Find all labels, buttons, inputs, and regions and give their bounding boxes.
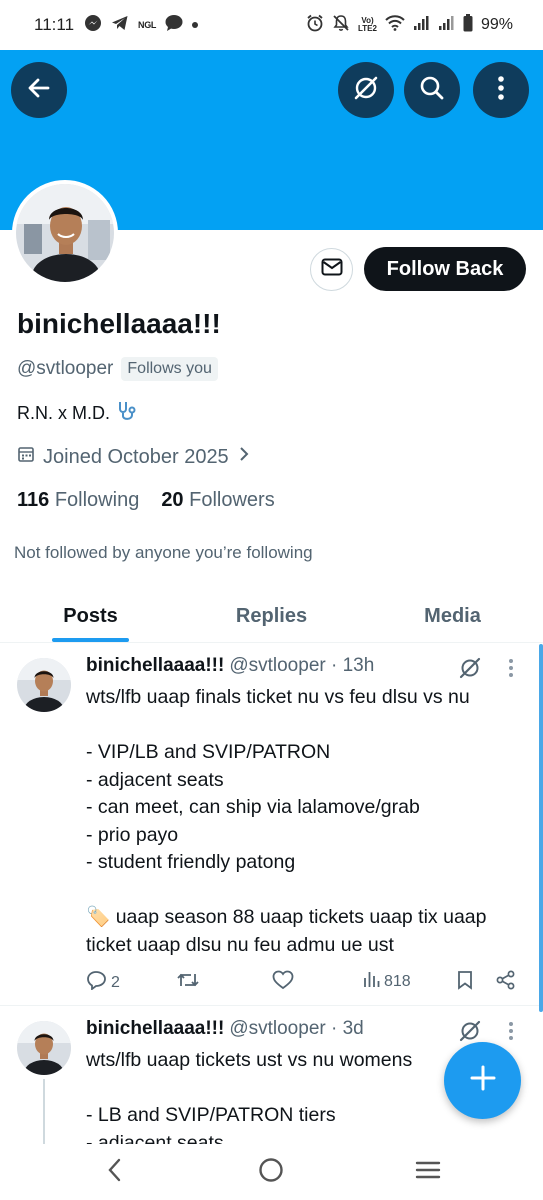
post-more-icon[interactable]: [508, 658, 514, 683]
follows-you-badge: Follows you: [121, 357, 218, 381]
status-bar: 11:11 NGL Vo) LTE2 99%: [0, 0, 543, 50]
heart-icon: [272, 970, 294, 995]
signal-icon: [413, 15, 430, 36]
wifi-icon: [385, 14, 405, 36]
calendar-icon: [17, 445, 35, 469]
tab-replies[interactable]: Replies: [181, 590, 362, 642]
share-button[interactable]: [496, 970, 516, 995]
active-tab-indicator: [52, 638, 129, 642]
back-button[interactable]: [11, 62, 67, 118]
back-arrow-icon: [26, 75, 52, 106]
profile-avatar[interactable]: [12, 180, 118, 286]
ngl-icon: NGL: [138, 20, 157, 30]
follow-back-button[interactable]: Follow Back: [364, 247, 526, 291]
compose-post-button[interactable]: [444, 1042, 521, 1119]
plus-icon: [469, 1064, 497, 1097]
post-actions: 2 818: [86, 970, 526, 996]
post-more-icon[interactable]: [508, 1021, 514, 1046]
volte-icon: Vo) LTE2: [358, 16, 377, 33]
follow-stats: 116 Following 20 Followers: [17, 489, 275, 512]
following-stat[interactable]: 116 Following: [17, 489, 139, 512]
signal-2-icon: [438, 15, 455, 36]
grok-button[interactable]: [338, 62, 394, 118]
more-vertical-icon: [497, 75, 505, 106]
profile-bio: R.N. x M.D.: [17, 400, 138, 427]
tab-posts[interactable]: Posts: [0, 590, 181, 642]
followers-stat[interactable]: 20 Followers: [161, 489, 274, 512]
notification-icons: NGL: [84, 14, 199, 37]
post-header: binichellaaaa!!! @svtlooper · 3d: [86, 1018, 364, 1040]
system-icons: Vo) LTE2 99%: [306, 13, 513, 37]
grok-icon[interactable]: [458, 656, 482, 685]
display-name: binichellaaaa!!!: [17, 308, 221, 339]
nav-home-button[interactable]: [253, 1156, 289, 1188]
thread-line: [43, 1079, 45, 1147]
post-text: wts/lfb uaap finals ticket nu vs feu dls…: [86, 686, 487, 956]
post-meta: @svtlooper · 3d: [229, 1018, 364, 1039]
grok-icon: [352, 74, 380, 107]
handle-row: @svtlooper Follows you: [17, 357, 218, 381]
user-handle: @svtlooper: [17, 358, 114, 379]
post-avatar[interactable]: [17, 658, 71, 712]
views-button[interactable]: 818: [363, 970, 411, 993]
dot-icon: [192, 22, 199, 28]
post-author-name[interactable]: binichellaaaa!!!: [86, 655, 224, 677]
chevron-left-icon: [107, 1158, 123, 1187]
post-author-name[interactable]: binichellaaaa!!!: [86, 1018, 224, 1040]
post-meta: @svtlooper · 13h: [229, 655, 375, 676]
system-navigation-bar: [0, 1144, 543, 1200]
messenger-icon: [84, 14, 102, 37]
not-followed-note: Not followed by anyone you’re following: [14, 543, 313, 562]
joined-date-row[interactable]: Joined October 2025: [17, 445, 251, 469]
battery-percent: 99%: [480, 16, 513, 33]
bookmark-button[interactable]: [456, 970, 474, 995]
views-chart-icon: [363, 970, 381, 993]
joined-date: Joined October 2025: [43, 445, 229, 468]
menu-lines-icon: [415, 1160, 441, 1185]
scrollbar[interactable]: [539, 644, 543, 1012]
tab-media[interactable]: Media: [362, 590, 543, 642]
post-item[interactable]: binichellaaaa!!! @svtlooper · 13h wts/lf…: [0, 644, 543, 1006]
nav-recents-button[interactable]: [410, 1156, 446, 1188]
repost-icon: [176, 970, 200, 995]
search-icon: [418, 74, 446, 107]
reply-count: 2: [111, 973, 120, 991]
home-circle-icon: [258, 1157, 284, 1188]
post-header: binichellaaaa!!! @svtlooper · 13h: [86, 655, 374, 677]
alarm-icon: [306, 14, 324, 37]
reply-icon: [86, 970, 108, 995]
bio-text: R.N. x M.D.: [17, 403, 110, 423]
chevron-right-icon: [237, 445, 251, 469]
status-time: 11:11: [34, 15, 75, 34]
envelope-icon: [321, 258, 343, 281]
post-avatar[interactable]: [17, 1021, 71, 1075]
more-options-button[interactable]: [473, 62, 529, 118]
repost-button[interactable]: [176, 970, 200, 995]
battery-icon: [463, 13, 473, 37]
like-button[interactable]: [272, 970, 294, 995]
search-button[interactable]: [404, 62, 460, 118]
share-icon: [496, 970, 516, 995]
telegram-icon: [111, 15, 129, 36]
profile-tabs: Posts Replies Media: [0, 590, 543, 643]
chat-bubble-icon: [165, 14, 183, 36]
mute-icon: [332, 14, 350, 37]
views-count: 818: [384, 972, 411, 990]
nav-back-button[interactable]: [97, 1156, 133, 1188]
reply-button[interactable]: 2: [86, 970, 120, 995]
message-button[interactable]: [310, 248, 353, 291]
stethoscope-icon: [116, 400, 138, 427]
bookmark-icon: [456, 970, 474, 995]
